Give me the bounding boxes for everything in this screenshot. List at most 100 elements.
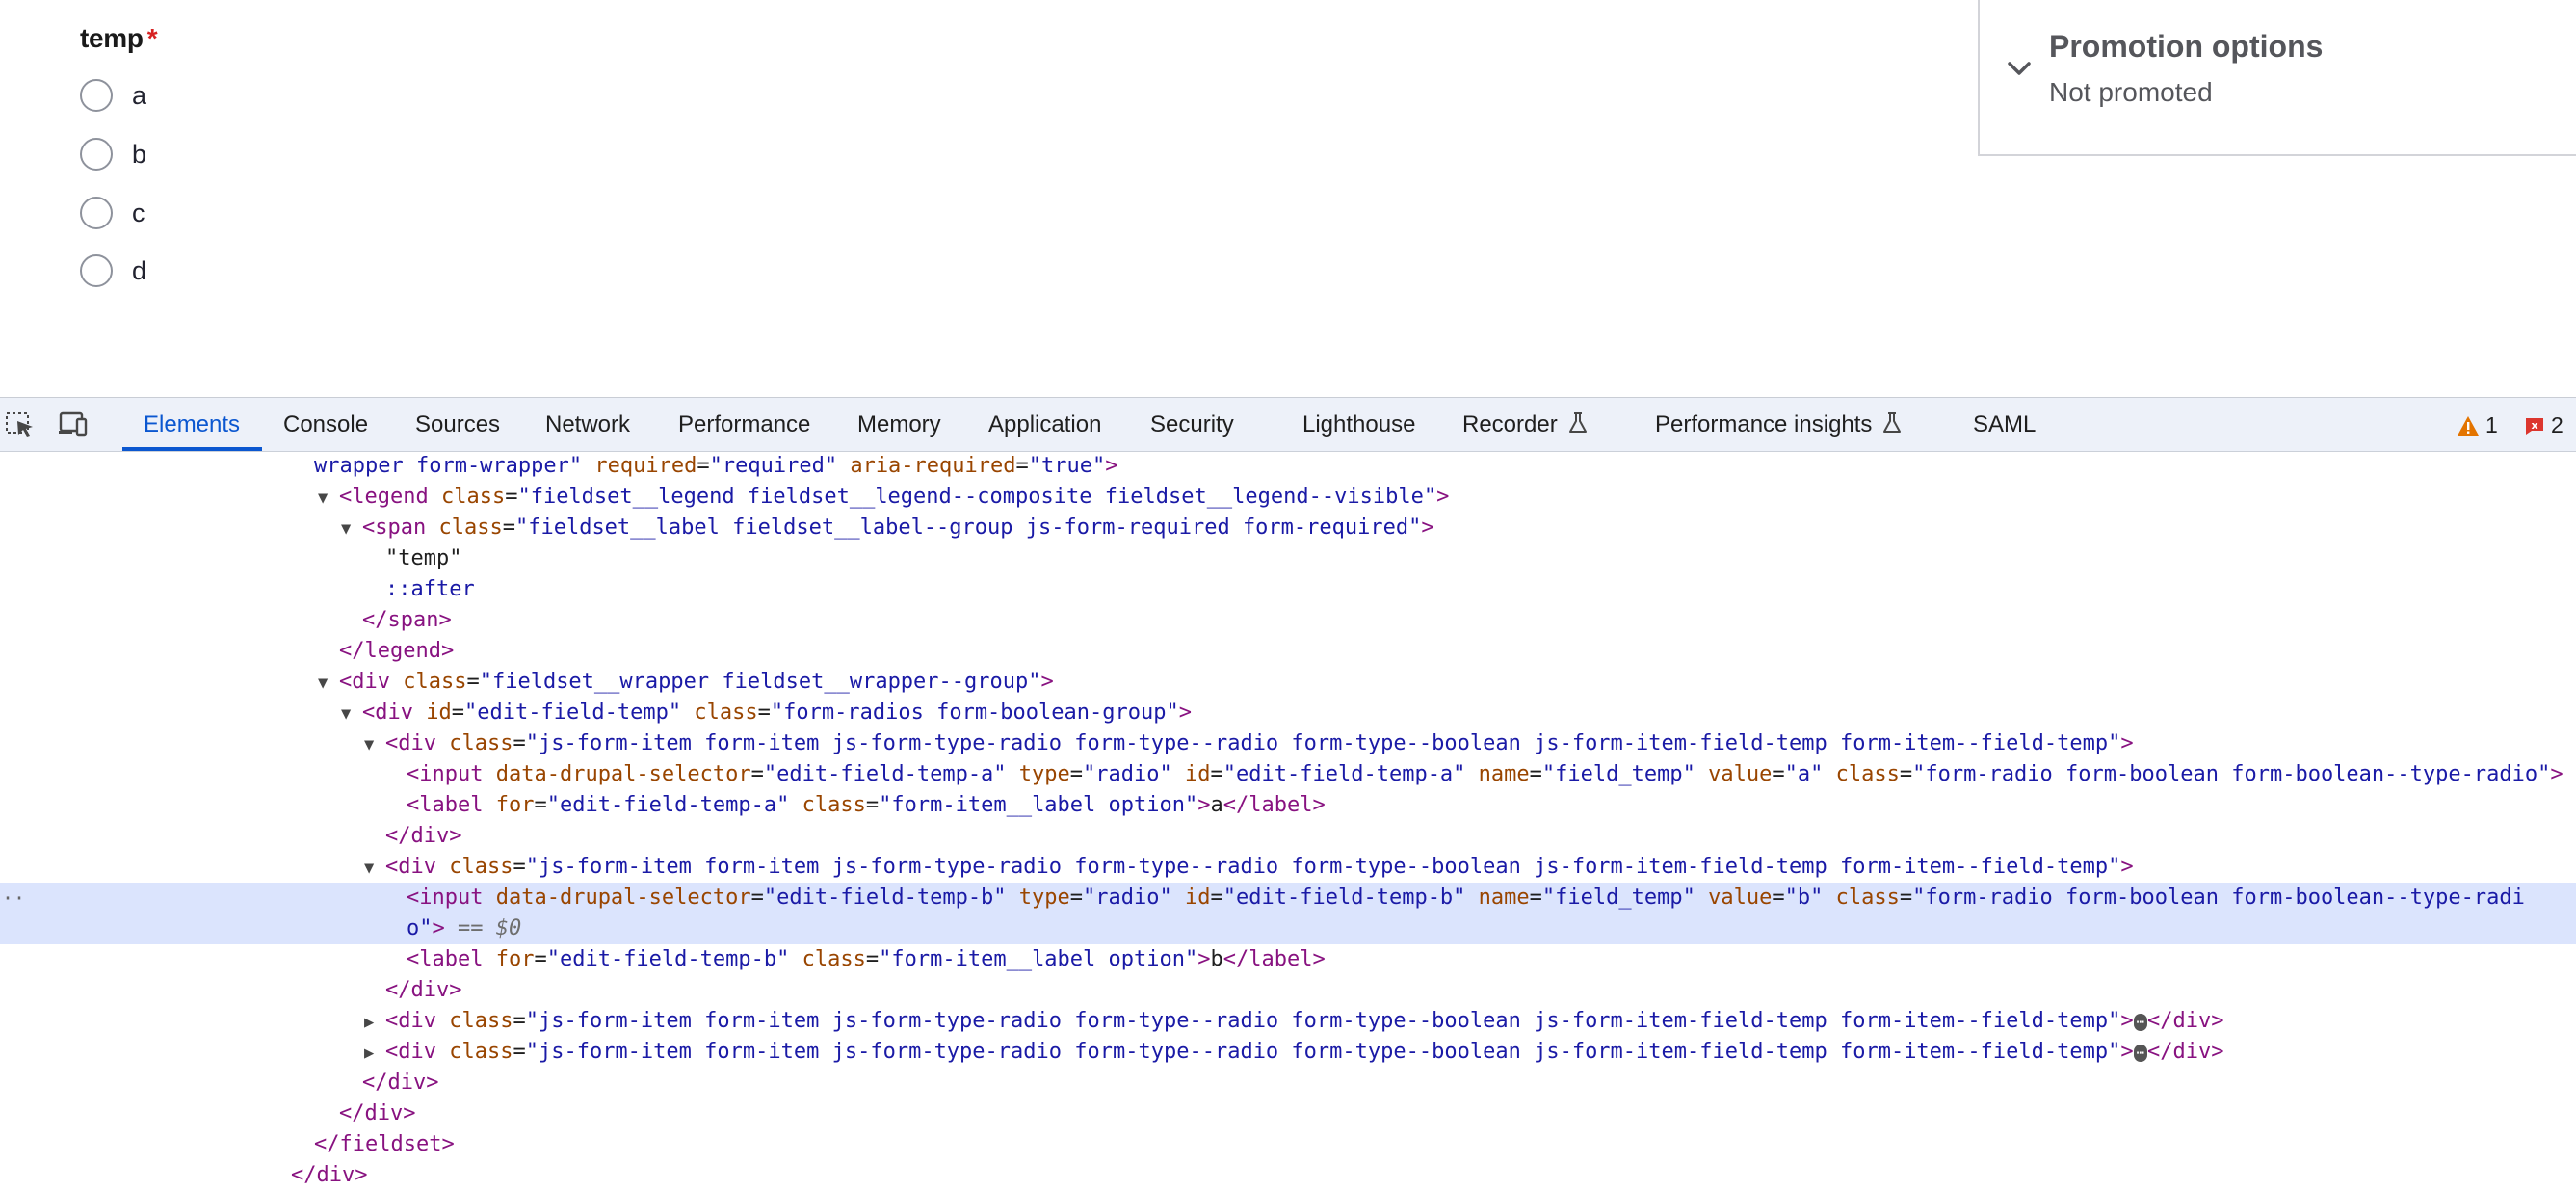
collapsed-children-button[interactable]: ⋯: [2133, 1014, 2148, 1031]
devtools-tabbar: Elements Console Sources Network Perform…: [0, 398, 2576, 452]
attribute-value: o": [407, 916, 433, 940]
promotion-options-panel[interactable]: Promotion options Not promoted: [1978, 0, 2576, 156]
text-node: =: [513, 731, 526, 755]
dom-node-content: </span>: [341, 605, 452, 636]
expand-triangle-open-icon[interactable]: ▼: [364, 729, 385, 760]
expand-triangle-open-icon[interactable]: ▼: [341, 514, 362, 544]
html-tag: >: [1197, 793, 1211, 817]
dom-node-line[interactable]: </div>: [0, 821, 2576, 852]
attribute-name: class: [1823, 762, 1900, 786]
text-node: =: [1772, 886, 1785, 910]
attribute-name: id: [1171, 886, 1211, 910]
tab-memory[interactable]: Memory: [857, 411, 941, 438]
attribute-name: for: [483, 947, 535, 971]
html-tag: >: [2120, 731, 2134, 755]
expand-triangle-open-icon[interactable]: ▼: [364, 853, 385, 884]
dom-node-line[interactable]: </div>: [0, 1160, 2576, 1191]
promotion-title[interactable]: Promotion options: [2049, 29, 2323, 65]
errors-badge[interactable]: x 2: [2524, 412, 2563, 438]
expand-triangle-open-icon[interactable]: ▼: [341, 699, 362, 729]
dom-node-line[interactable]: "temp": [0, 543, 2576, 574]
text-node: =: [505, 485, 518, 509]
dom-node-line[interactable]: ▼ <div class="js-form-item form-item js-f…: [0, 852, 2576, 883]
expand-triangle-open-icon[interactable]: ▼: [318, 668, 339, 699]
attribute-value: "edit-field-temp-a": [763, 762, 1007, 786]
tab-network[interactable]: Network: [545, 411, 630, 438]
tab-application[interactable]: Application: [988, 411, 1101, 438]
tab-recorder[interactable]: Recorder: [1462, 411, 1589, 438]
dom-node-line[interactable]: ▼ <div class="js-form-item form-item js-f…: [0, 728, 2576, 759]
collapsed-children-button[interactable]: ⋯: [2133, 1045, 2148, 1062]
dom-node-line[interactable]: ▼ <span class="fieldset__label fieldset__…: [0, 513, 2576, 543]
dom-node-line-selected[interactable]: o"> == $0: [0, 913, 2576, 944]
radio-label[interactable]: b: [132, 140, 146, 170]
radio-label[interactable]: d: [132, 256, 146, 286]
radio-button[interactable]: [80, 138, 113, 171]
dom-node-line[interactable]: wrapper form-wrapper" required="required…: [0, 451, 2576, 482]
radio-button[interactable]: [80, 79, 113, 112]
dom-node-line[interactable]: ▼ <div id="edit-field-temp" class="form-r…: [0, 698, 2576, 728]
radio-option-b[interactable]: b: [80, 133, 146, 175]
radio-button[interactable]: [80, 254, 113, 287]
attribute-name: class: [435, 855, 513, 879]
tab-elements[interactable]: Elements: [144, 411, 240, 438]
tab-performance-insights[interactable]: Performance insights: [1655, 411, 1903, 438]
radio-label[interactable]: a: [132, 81, 146, 111]
page-content: temp * a b c d Promotion options Not prom…: [0, 0, 2576, 397]
tab-security[interactable]: Security: [1150, 411, 1234, 438]
tab-sources[interactable]: Sources: [415, 411, 500, 438]
dom-node-content: "temp": [364, 543, 461, 574]
dom-node-line[interactable]: ▶ <div class="js-form-item form-item js-f…: [0, 1006, 2576, 1037]
dom-node-line[interactable]: <input data-drupal-selector="edit-field-…: [0, 759, 2576, 790]
html-tag: <label: [407, 947, 484, 971]
radio-button[interactable]: [80, 197, 113, 229]
radio-option-d[interactable]: d: [80, 250, 146, 292]
attribute-value: "edit-field-temp-a": [546, 793, 790, 817]
html-tag: </div>: [291, 1163, 368, 1187]
attribute-name: class: [428, 485, 506, 509]
dom-node-line[interactable]: </fieldset>: [0, 1129, 2576, 1160]
warning-icon: [2458, 415, 2479, 436]
text-node: =: [1069, 762, 1084, 786]
node-actions-gutter[interactable]: ··: [2, 883, 25, 913]
dom-node-line[interactable]: </div>: [0, 1068, 2576, 1098]
radio-label[interactable]: c: [132, 198, 145, 228]
tab-lighthouse[interactable]: Lighthouse: [1302, 411, 1415, 438]
dom-node-line[interactable]: <label for="edit-field-temp-a" class="fo…: [0, 790, 2576, 821]
tab-saml[interactable]: SAML: [1973, 411, 2036, 438]
chevron-down-icon[interactable]: [2005, 54, 2034, 83]
tab-console[interactable]: Console: [283, 411, 368, 438]
dom-node-line[interactable]: ▼ <legend class="fieldset__legend fieldse…: [0, 482, 2576, 513]
attribute-name: type: [1006, 886, 1070, 910]
dom-node-content: <input data-drupal-selector="edit-field-…: [385, 883, 2525, 913]
tab-performance[interactable]: Performance: [678, 411, 810, 438]
expand-triangle-open-icon[interactable]: ▼: [318, 483, 339, 514]
dom-node-line[interactable]: </legend>: [0, 636, 2576, 667]
dom-node-line[interactable]: </span>: [0, 605, 2576, 636]
warnings-badge[interactable]: 1: [2457, 412, 2498, 438]
radio-option-a[interactable]: a: [80, 74, 146, 117]
dom-node-line[interactable]: </div>: [0, 975, 2576, 1006]
dom-node-content: wrapper form-wrapper" required="required…: [293, 451, 1118, 482]
dom-node-line[interactable]: </div>: [0, 1098, 2576, 1129]
device-toolbar-icon[interactable]: [56, 410, 89, 438]
attribute-name: class: [1823, 886, 1900, 910]
attribute-value: wrapper form-wrapper": [314, 454, 583, 478]
attribute-value: "form-radio form-boolean form-boolean--t…: [1912, 762, 2551, 786]
radio-option-c[interactable]: c: [80, 192, 145, 234]
html-tag: </legend>: [339, 639, 455, 663]
devtools-panel: Elements Console Sources Network Perform…: [0, 397, 2576, 1188]
attribute-value: "js-form-item form-item js-form-type-rad…: [525, 855, 2121, 879]
dom-node-line-selected[interactable]: <input data-drupal-selector="edit-field-…: [0, 883, 2576, 913]
expand-triangle-closed-icon[interactable]: ▶: [364, 1007, 385, 1038]
dom-node-line[interactable]: ▼ <div class="fieldset__wrapper fieldset_…: [0, 667, 2576, 698]
required-mark: *: [146, 23, 158, 53]
attribute-value: "fieldset__label fieldset__label--group …: [514, 516, 1422, 540]
inspect-element-icon[interactable]: [4, 410, 37, 438]
text-node: b: [1210, 947, 1223, 971]
dom-node-line[interactable]: ▶ <div class="js-form-item form-item js-f…: [0, 1037, 2576, 1068]
expand-triangle-closed-icon[interactable]: ▶: [364, 1038, 385, 1069]
dom-node-line[interactable]: <label for="edit-field-temp-b" class="fo…: [0, 944, 2576, 975]
dom-node-content: o"> == $0: [385, 913, 521, 944]
dom-node-line[interactable]: ::after: [0, 574, 2576, 605]
